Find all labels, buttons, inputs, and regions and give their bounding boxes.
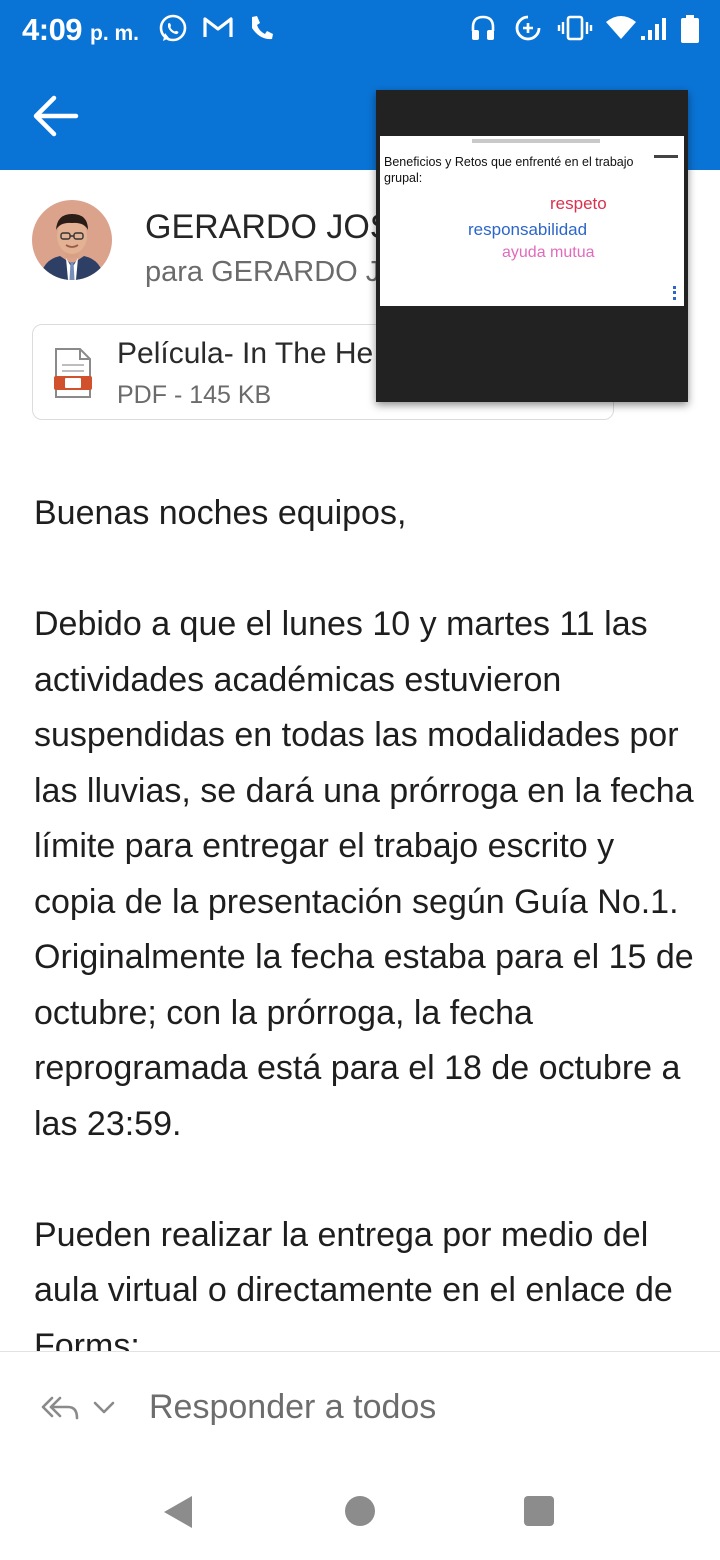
pip-presentation-window[interactable]: Beneficios y Retos que enfrenté en el tr…	[376, 90, 688, 402]
recents-square-icon[interactable]	[524, 1496, 554, 1526]
avatar[interactable]	[32, 200, 112, 280]
vibrate-icon	[557, 15, 593, 41]
battery-icon	[681, 15, 699, 43]
chevron-down-icon[interactable]	[92, 1398, 116, 1416]
gmail-icon	[203, 17, 233, 37]
slide-word-ayuda-mutua: ayuda mutua	[502, 244, 595, 261]
reply-all-button[interactable]: Responder a todos	[149, 1388, 436, 1427]
attachment-meta: PDF - 145 KB	[117, 381, 272, 409]
status-bar: 4:09 p. m.	[0, 0, 720, 64]
home-circle-icon[interactable]	[345, 1496, 375, 1526]
slide-marker	[673, 286, 679, 300]
email-paragraph-2: Pueden realizar la entrega por medio del…	[34, 1215, 673, 1352]
whatsapp-icon	[159, 14, 187, 42]
sender-name[interactable]: GERARDO JOS	[145, 208, 392, 247]
back-triangle-icon[interactable]	[162, 1494, 194, 1530]
slide-logo	[654, 155, 678, 158]
email-body: Buenas noches equipos, Debido a que el l…	[34, 486, 704, 1351]
email-paragraph-1: Debido a que el lunes 10 y martes 11 las…	[34, 605, 694, 1143]
reply-bar: Responder a todos	[0, 1352, 720, 1462]
phone-icon	[252, 16, 273, 40]
slide-word-responsabilidad: responsabilidad	[468, 220, 588, 239]
avatar-photo	[32, 200, 112, 280]
pdf-file-icon	[54, 348, 92, 398]
pip-slide: Beneficios y Retos que enfrenté en el tr…	[380, 136, 684, 306]
reply-all-icon[interactable]	[40, 1392, 80, 1424]
slide-word-respeto: respeto	[550, 194, 607, 213]
slide-title: Beneficios y Retos que enfrenté en el tr…	[384, 155, 634, 185]
email-greeting: Buenas noches equipos,	[34, 494, 407, 532]
data-saver-icon	[515, 15, 541, 41]
arrow-left-icon[interactable]	[22, 86, 86, 146]
attachment-name: Película- In The He	[117, 337, 374, 370]
status-time: 4:09	[22, 12, 83, 47]
system-nav-bar	[0, 1462, 720, 1560]
status-ampm: p. m.	[90, 22, 140, 45]
slide-header-line	[472, 139, 600, 143]
wifi-icon	[606, 16, 636, 39]
headset-icon	[471, 15, 495, 40]
recipient-line[interactable]: para GERARDO J	[145, 256, 380, 289]
signal-icon	[641, 18, 666, 40]
